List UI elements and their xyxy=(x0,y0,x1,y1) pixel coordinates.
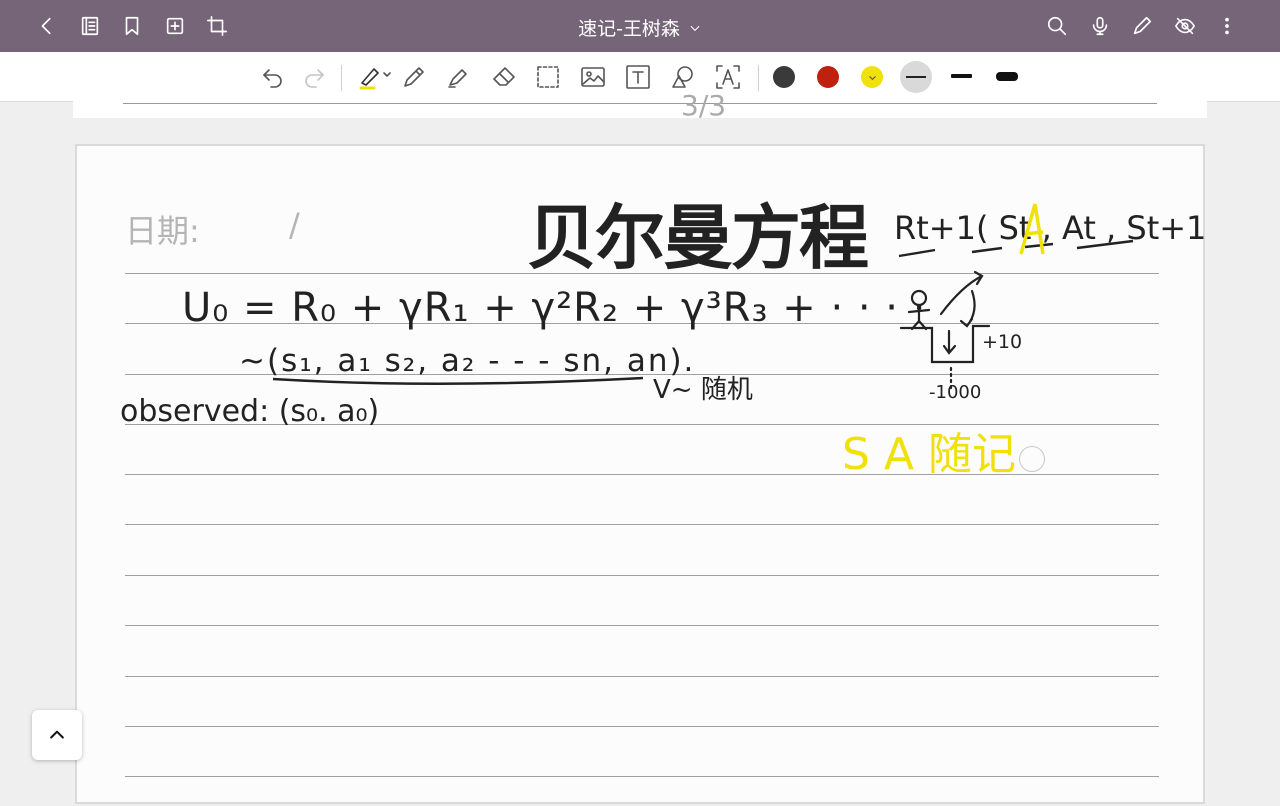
toolbar-divider xyxy=(341,65,342,91)
text-box-icon[interactable] xyxy=(621,60,655,94)
notebook-title: 速记-王树森 xyxy=(578,18,680,40)
handwriting-layer: 贝尔曼方程 U₀ = R₀ + γR₁ + γ²R₂ + γ³R₃ + · · … xyxy=(120,197,1207,480)
handwritten-reward-formula: Rt+1( St , At , St+1) xyxy=(894,209,1207,247)
yellow-highlight-stroke xyxy=(1019,203,1045,255)
ruled-line xyxy=(125,474,1159,475)
stylus-cursor xyxy=(1019,446,1045,472)
drawing-toolbar xyxy=(0,52,1280,102)
scroll-to-top-button[interactable] xyxy=(32,710,82,760)
stroke-width-medium[interactable] xyxy=(951,74,972,78)
ruled-line xyxy=(123,103,1157,104)
color-swatch-black[interactable] xyxy=(773,66,795,88)
toolbar-divider xyxy=(758,65,759,91)
handwritten-heading: 贝尔曼方程 xyxy=(527,197,868,279)
crop-icon[interactable] xyxy=(201,10,233,42)
ruled-line xyxy=(125,726,1159,727)
back-icon[interactable] xyxy=(31,10,63,42)
highlighter-tool[interactable] xyxy=(354,60,396,94)
ruled-line xyxy=(125,374,1159,375)
ruled-line xyxy=(125,676,1159,677)
handwritten-yellow-note: S A 随记 xyxy=(842,429,1016,480)
bookmark-icon[interactable] xyxy=(116,10,148,42)
page-number: 3/3 xyxy=(681,89,727,122)
search-icon[interactable] xyxy=(1041,10,1073,42)
handwritten-random-note: V~ 随机 xyxy=(653,375,753,405)
cliff-diagram xyxy=(899,270,991,390)
underline-stroke xyxy=(898,239,1134,258)
date-separator: / xyxy=(289,206,300,244)
ruled-line xyxy=(125,776,1159,777)
chevron-up-icon xyxy=(50,730,64,739)
more-icon[interactable] xyxy=(1211,10,1243,42)
top-app-bar: 速记-王树森 xyxy=(0,0,1280,52)
stroke-width-thick[interactable] xyxy=(996,72,1018,81)
ruled-line xyxy=(125,625,1159,626)
stroke-width-thin[interactable] xyxy=(900,61,932,93)
pen-icon[interactable] xyxy=(1126,10,1158,42)
image-icon[interactable] xyxy=(576,60,610,94)
undo-icon[interactable] xyxy=(256,60,290,94)
ruled-line xyxy=(125,424,1159,425)
diagram-penalty-label: -1000 xyxy=(929,382,981,403)
ruled-line xyxy=(125,524,1159,525)
eraser-icon[interactable] xyxy=(487,60,521,94)
ruled-line xyxy=(125,575,1159,576)
add-page-icon[interactable] xyxy=(159,10,191,42)
ruled-line xyxy=(125,273,1159,274)
selected-check-icon xyxy=(868,75,876,80)
note-page-canvas[interactable]: 日期: / 贝尔曼方程 U₀ = R₀ + γR₁ + γ²R₂ + γ³R₃ … xyxy=(75,144,1207,804)
hide-icon[interactable] xyxy=(1169,10,1201,42)
underline-stroke xyxy=(272,376,644,385)
handwritten-return-equation: U₀ = R₀ + γR₁ + γ²R₂ + γ³R₃ + · · · · xyxy=(182,285,926,331)
ruled-line xyxy=(125,323,1159,324)
date-label: 日期: xyxy=(125,212,200,250)
color-swatch-red[interactable] xyxy=(817,66,839,88)
color-swatch-yellow[interactable] xyxy=(861,66,883,88)
redo-icon[interactable] xyxy=(297,60,331,94)
diagram-reward-label: +10 xyxy=(982,331,1022,353)
microphone-icon[interactable] xyxy=(1084,10,1116,42)
marker-tool-icon[interactable] xyxy=(441,60,475,94)
previous-page-bottom: 3/3 xyxy=(73,89,1207,122)
notebook-title-dropdown[interactable]: 速记-王树森 xyxy=(578,14,702,41)
lasso-select-icon[interactable] xyxy=(531,60,565,94)
notebook-icon[interactable] xyxy=(74,10,106,42)
chevron-down-icon xyxy=(690,25,700,31)
pen-tool-icon[interactable] xyxy=(397,60,431,94)
